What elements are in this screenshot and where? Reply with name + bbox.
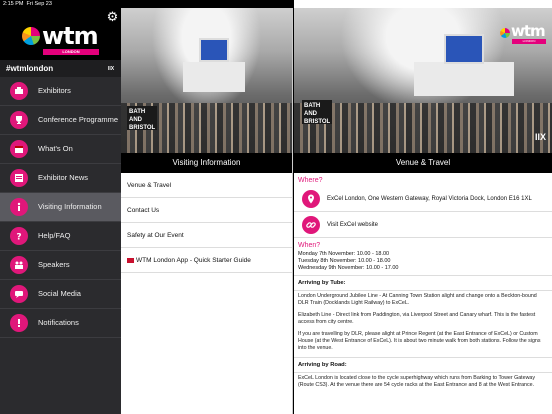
address-row[interactable]: ExCel London, One Western Gateway, Royal…: [294, 186, 552, 212]
hero-badge: IIX: [534, 132, 546, 142]
sidebar-item-exhibitors[interactable]: Exhibitors: [0, 77, 121, 106]
hero-photo: BATH AND BRISTOL: [121, 8, 292, 153]
twitter-badge-icon: IIX: [108, 66, 115, 72]
location-pin-icon: [302, 190, 320, 208]
trophy-icon: [10, 111, 28, 129]
list-item-quick-starter-guide[interactable]: WTM London App - Quick Starter Guide: [121, 248, 292, 273]
list-item-label: Contact Us: [127, 207, 160, 214]
tube-paragraph: If you are travelling by DLR, please ali…: [298, 331, 541, 351]
sidebar-item-help-faq[interactable]: ? Help/FAQ: [0, 222, 121, 251]
hashtag-row[interactable]: #wtmlondon IIX: [0, 60, 121, 77]
help-icon: ?: [10, 227, 28, 245]
website-row[interactable]: Visit ExCel website: [294, 212, 552, 238]
road-paragraph: ExCeL London is located close to the cyc…: [298, 375, 536, 388]
sidebar-item-label: What's On: [38, 144, 73, 154]
sidebar-menu: Exhibitors Conference Programme What's O…: [0, 77, 121, 338]
address-text: ExCel London, One Western Gateway, Royal…: [327, 196, 532, 202]
sidebar-item-whats-on[interactable]: What's On: [0, 135, 121, 164]
when-heading: When?: [298, 242, 321, 249]
sidebar-item-label: Visiting Information: [38, 202, 102, 212]
list-item-contact-us[interactable]: Contact Us: [121, 198, 292, 223]
hours-line: Monday 7th November: 10.00 - 18.00: [298, 251, 390, 257]
wtm-globe-logo: [22, 27, 40, 45]
gear-icon[interactable]: ⚙: [106, 10, 119, 23]
sidebar: wtm LONDON ⚙ #wtmlondon IIX Exhibitors C…: [0, 8, 121, 414]
panel-title: Visiting Information: [121, 153, 292, 173]
stand-sign: BATH AND BRISTOL: [302, 100, 332, 125]
list-item-label: Safety at Our Event: [127, 232, 184, 239]
stand-sign: BATH AND BRISTOL: [127, 106, 157, 131]
sidebar-item-label: Exhibitor News: [38, 173, 89, 183]
info-icon: [10, 198, 28, 216]
exhibition-screen: [199, 38, 229, 62]
road-heading: Arriving by Road:: [298, 362, 347, 368]
sidebar-item-notifications[interactable]: Notifications: [0, 309, 121, 338]
notifications-icon: [10, 314, 28, 332]
list-item-venue-travel[interactable]: Venue & Travel: [121, 173, 292, 198]
visiting-information-panel: BATH AND BRISTOL Visiting Information Ve…: [121, 8, 293, 414]
logo-city-label: LONDON: [43, 49, 99, 55]
hashtag-label: #wtmlondon: [6, 64, 54, 73]
sidebar-item-conference[interactable]: Conference Programme: [0, 106, 121, 135]
sidebar-item-label: Conference Programme: [38, 115, 119, 125]
opening-hours: Monday 7th November: 10.00 - 18.00 Tuesd…: [294, 251, 552, 276]
calendar-icon: [10, 140, 28, 158]
venue-travel-detail: BATH AND BRISTOL wtm LONDON IIX Venue & …: [294, 8, 552, 414]
brand-header: wtm LONDON ⚙: [0, 8, 121, 60]
where-heading: Where?: [298, 177, 323, 184]
uk-flag-icon: [127, 257, 134, 263]
status-bar: 2:15 PM Fri Sep 23 ⌔ 100% ▭: [0, 0, 552, 406]
website-link: Visit ExCel website: [327, 222, 378, 228]
sidebar-item-label: Social Media: [38, 289, 81, 299]
sidebar-item-exhibitor-news[interactable]: Exhibitor News: [0, 164, 121, 193]
speakers-icon: [10, 256, 28, 274]
wtm-globe-logo: [500, 28, 510, 38]
sidebar-item-social-media[interactable]: Social Media: [0, 280, 121, 309]
sidebar-item-label: Notifications: [38, 318, 79, 328]
exhibition-screen: [444, 34, 484, 64]
visiting-info-list: Venue & Travel Contact Us Safety at Our …: [121, 173, 292, 273]
wtm-logo: wtm: [42, 22, 99, 50]
list-item-label: Venue & Travel: [127, 182, 172, 189]
sidebar-item-speakers[interactable]: Speakers: [0, 251, 121, 280]
hero-photo: BATH AND BRISTOL wtm LONDON IIX: [294, 8, 552, 153]
social-icon: [10, 285, 28, 303]
sidebar-item-label: Exhibitors: [38, 86, 71, 96]
sidebar-item-label: Help/FAQ: [38, 231, 71, 241]
tube-paragraph: Elizabeth Line - Direct link from Paddin…: [298, 312, 536, 325]
sidebar-item-label: Speakers: [38, 260, 70, 270]
list-item-safety[interactable]: Safety at Our Event: [121, 223, 292, 248]
hours-line: Tuesday 8th November: 10.00 - 18.00: [298, 258, 391, 264]
hours-line: Wednesday 9th November: 10.00 - 17.00: [298, 265, 399, 271]
sidebar-item-visiting-information[interactable]: Visiting Information: [0, 193, 121, 222]
tube-paragraph: London Underground Jubilee Line - At Can…: [298, 293, 537, 306]
svg-text:?: ?: [16, 233, 21, 242]
list-item-label: WTM London App - Quick Starter Guide: [136, 257, 251, 264]
detail-title: Venue & Travel: [294, 153, 552, 173]
tube-heading: Arriving by Tube:: [298, 280, 346, 286]
news-icon: [10, 169, 28, 187]
link-icon: [302, 216, 320, 234]
exhibitors-icon: [10, 82, 28, 100]
status-time-date: 2:15 PM Fri Sep 23: [3, 1, 52, 7]
